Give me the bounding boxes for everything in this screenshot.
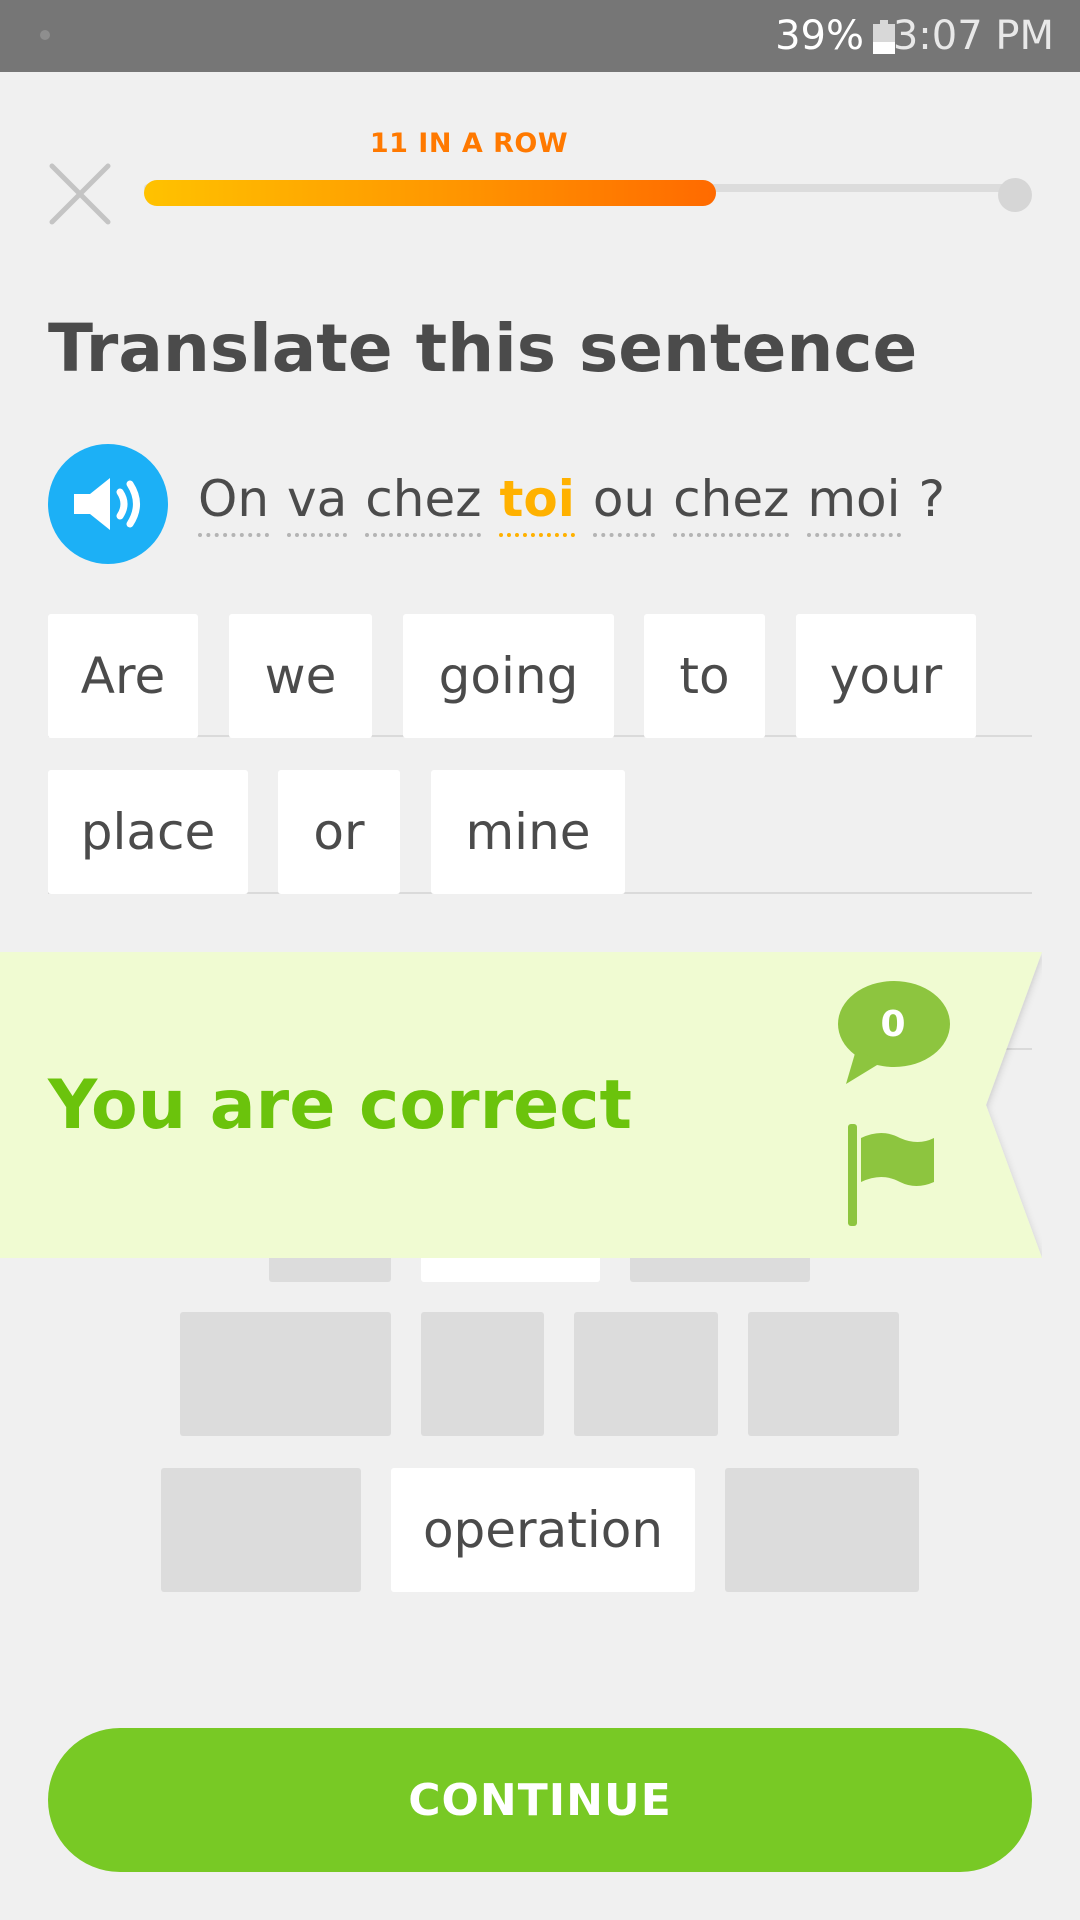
word-bank-slot [161, 1468, 361, 1592]
answer-token[interactable]: to [644, 614, 765, 738]
progress-bar [144, 180, 716, 206]
status-time: 3:07 PM [892, 13, 1054, 59]
answer-token[interactable]: your [796, 614, 976, 738]
word-bank-token[interactable]: operation [391, 1468, 695, 1592]
sentence-word[interactable]: chez [673, 471, 790, 537]
sentence-word[interactable]: On [198, 471, 270, 537]
notification-dot [40, 30, 50, 40]
status-bar: 39% 3:07 PM [0, 0, 1080, 72]
sentence-word[interactable]: moi [807, 471, 901, 537]
word-bank-slot [725, 1468, 919, 1592]
answer-token[interactable]: or [278, 770, 400, 894]
speaker-icon [74, 478, 140, 530]
sentence-punctuation: ? [918, 470, 946, 528]
sentence-word[interactable]: va [287, 471, 348, 537]
progress-end-marker [998, 178, 1032, 212]
word-bank-slot [748, 1312, 899, 1436]
speaker-button[interactable] [48, 444, 168, 564]
sentence-word-highlighted[interactable]: toi [499, 471, 575, 537]
close-icon[interactable] [48, 162, 112, 226]
battery-percentage: 39% [775, 13, 864, 59]
word-bank-slot [421, 1312, 544, 1436]
flag-icon[interactable] [846, 1124, 936, 1226]
prompt-title: Translate this sentence [48, 310, 918, 387]
feedback-message: You are correct [48, 1066, 633, 1145]
continue-button[interactable]: CONTINUE [48, 1728, 1032, 1872]
sentence-word[interactable]: chez [365, 471, 482, 537]
answer-token[interactable]: mine [431, 770, 625, 894]
answer-token[interactable]: going [403, 614, 614, 738]
word-bank-slot [574, 1312, 718, 1436]
word-bank-slot [180, 1312, 391, 1436]
comment-count[interactable]: 0 [836, 1000, 950, 1050]
battery-icon [873, 20, 895, 54]
answer-token[interactable]: we [229, 614, 372, 738]
streak-label: 11 IN A ROW [369, 128, 569, 159]
answer-token[interactable]: place [48, 770, 248, 894]
sentence-word[interactable]: ou [592, 471, 656, 537]
answer-token[interactable]: Are [48, 614, 198, 738]
source-sentence: On va chez toi ou chez moi? [198, 470, 945, 550]
